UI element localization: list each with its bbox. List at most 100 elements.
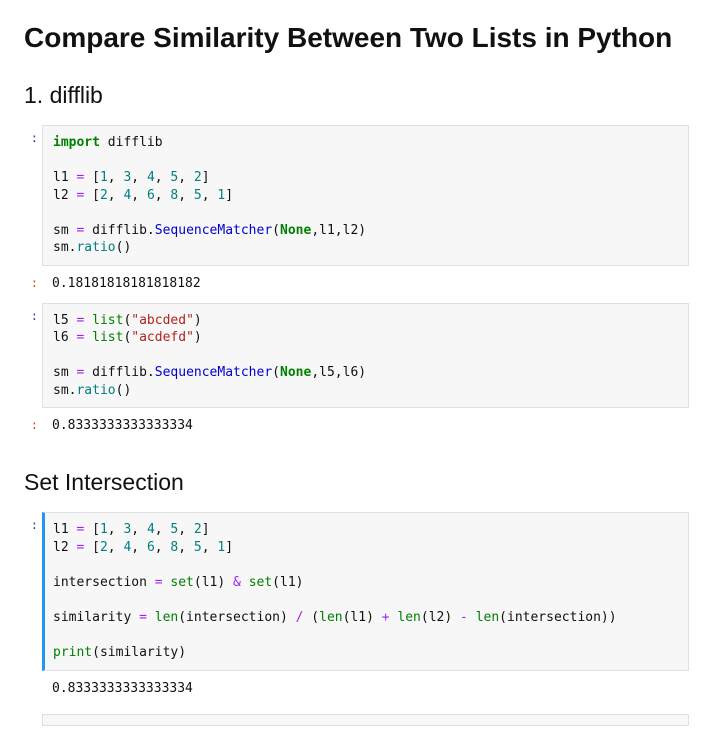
string: "abcded" bbox=[131, 313, 194, 328]
text: ( bbox=[303, 610, 319, 625]
text: ,l1,l2) bbox=[311, 223, 366, 238]
string: "acdefd" bbox=[131, 330, 194, 345]
text: l1 bbox=[53, 522, 76, 537]
text: , bbox=[178, 522, 194, 537]
text: sm bbox=[53, 365, 76, 380]
operator-minus: - bbox=[460, 610, 468, 625]
text: sm bbox=[53, 223, 76, 238]
builtin-print: print bbox=[53, 645, 92, 660]
page-title: Compare Similarity Between Two Lists in … bbox=[24, 22, 689, 54]
text: sm. bbox=[53, 383, 76, 398]
text: l1 bbox=[53, 170, 76, 185]
keyword-import: import bbox=[53, 135, 100, 150]
class-name: SequenceMatcher bbox=[155, 365, 272, 380]
text: (similarity) bbox=[92, 645, 186, 660]
text: ] bbox=[202, 170, 210, 185]
text: (l1) bbox=[343, 610, 382, 625]
num: 6 bbox=[147, 188, 155, 203]
text: ] bbox=[225, 540, 233, 555]
input-prompt: : bbox=[24, 125, 42, 266]
num: 5 bbox=[194, 540, 202, 555]
text: , bbox=[202, 188, 218, 203]
num: 2 bbox=[100, 540, 108, 555]
text: ) bbox=[194, 313, 202, 328]
code-cell-2[interactable]: : l5 = list("abcded") l6 = list("acdefd"… bbox=[24, 303, 689, 409]
code-cell-1[interactable]: : import difflib l1 = [1, 3, 4, 5, 2] l2… bbox=[24, 125, 689, 266]
text: () bbox=[116, 383, 132, 398]
text: , bbox=[155, 522, 171, 537]
text: , bbox=[202, 540, 218, 555]
num: 5 bbox=[194, 188, 202, 203]
num: 2 bbox=[100, 188, 108, 203]
keyword-none: None bbox=[280, 365, 311, 380]
num: 2 bbox=[194, 522, 202, 537]
code-block-3[interactable]: l1 = [1, 3, 4, 5, 2] l2 = [2, 4, 6, 8, 5… bbox=[42, 512, 689, 670]
text: , bbox=[108, 522, 124, 537]
text: ) bbox=[194, 330, 202, 345]
text: ] bbox=[202, 522, 210, 537]
output-cell-1: : 0.18181818181818182 bbox=[24, 270, 689, 299]
output-text-3: 0.8333333333333334 bbox=[42, 675, 689, 704]
text: (l2) bbox=[421, 610, 460, 625]
text: , bbox=[178, 170, 194, 185]
builtin-list: list bbox=[92, 313, 123, 328]
text: , bbox=[108, 540, 124, 555]
text bbox=[84, 313, 92, 328]
method-name: ratio bbox=[76, 383, 115, 398]
builtin-set: set bbox=[249, 575, 272, 590]
text: difflib bbox=[100, 135, 163, 150]
num: 2 bbox=[194, 170, 202, 185]
num: 6 bbox=[147, 540, 155, 555]
text: similarity bbox=[53, 610, 139, 625]
output-cell-3: 0.8333333333333334 bbox=[24, 675, 689, 704]
section-difflib-heading: 1. difflib bbox=[24, 82, 689, 109]
code-cell-partial[interactable] bbox=[42, 714, 689, 726]
output-text-1: 0.18181818181818182 bbox=[42, 270, 689, 299]
builtin-set: set bbox=[170, 575, 193, 590]
text: difflib. bbox=[84, 223, 154, 238]
text: (l1) bbox=[272, 575, 303, 590]
text: (intersection)) bbox=[499, 610, 616, 625]
builtin-len: len bbox=[319, 610, 342, 625]
text: , bbox=[155, 540, 171, 555]
text: l5 bbox=[53, 313, 76, 328]
text: intersection bbox=[53, 575, 155, 590]
operator-eq: = bbox=[155, 575, 163, 590]
class-name: SequenceMatcher bbox=[155, 223, 272, 238]
text: , bbox=[155, 170, 171, 185]
output-cell-2: : 0.8333333333333334 bbox=[24, 412, 689, 441]
text: , bbox=[108, 170, 124, 185]
input-prompt: : bbox=[24, 303, 42, 409]
section-set-intersection-heading: Set Intersection bbox=[24, 469, 689, 496]
text: sm. bbox=[53, 240, 76, 255]
num: 4 bbox=[147, 170, 155, 185]
text: l2 bbox=[53, 540, 76, 555]
operator-amp: & bbox=[233, 575, 241, 590]
num: 4 bbox=[147, 522, 155, 537]
builtin-len: len bbox=[476, 610, 499, 625]
code-cell-3[interactable]: : l1 = [1, 3, 4, 5, 2] l2 = [2, 4, 6, 8,… bbox=[24, 512, 689, 670]
text bbox=[147, 610, 155, 625]
text: [ bbox=[84, 540, 100, 555]
code-block-1[interactable]: import difflib l1 = [1, 3, 4, 5, 2] l2 =… bbox=[42, 125, 689, 266]
text: l6 bbox=[53, 330, 76, 345]
text: ( bbox=[272, 223, 280, 238]
builtin-len: len bbox=[397, 610, 420, 625]
operator-eq: = bbox=[139, 610, 147, 625]
input-prompt: : bbox=[24, 512, 42, 670]
text bbox=[241, 575, 249, 590]
text: , bbox=[131, 522, 147, 537]
text: difflib. bbox=[84, 365, 154, 380]
text: ] bbox=[225, 188, 233, 203]
text: [ bbox=[84, 522, 100, 537]
text bbox=[84, 330, 92, 345]
text: , bbox=[108, 188, 124, 203]
text: , bbox=[131, 540, 147, 555]
text: , bbox=[131, 170, 147, 185]
text: , bbox=[178, 540, 194, 555]
method-name: ratio bbox=[76, 240, 115, 255]
operator-plus: + bbox=[382, 610, 390, 625]
code-block-2[interactable]: l5 = list("abcded") l6 = list("acdefd") … bbox=[42, 303, 689, 409]
text: [ bbox=[84, 188, 100, 203]
text: l2 bbox=[53, 188, 76, 203]
